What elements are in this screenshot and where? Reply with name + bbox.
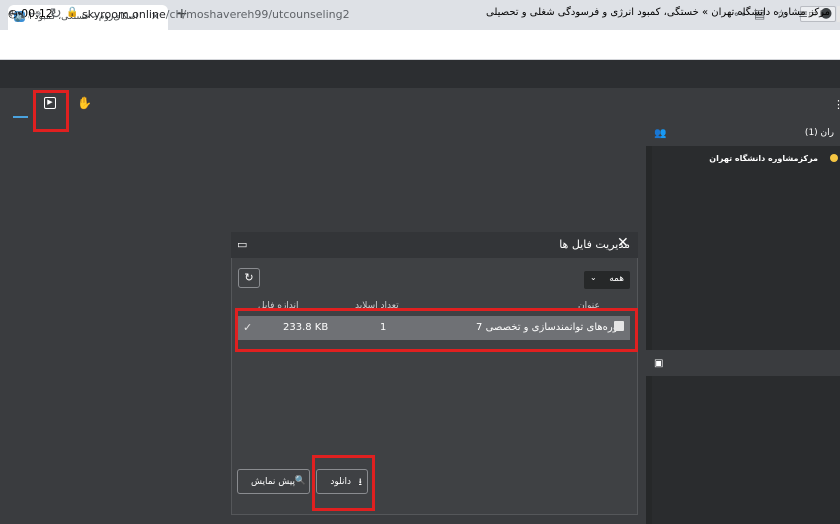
menu-icon[interactable]: ⋮ [833, 98, 840, 111]
chat-icon: ▣ [654, 358, 664, 369]
users-icon: 👥 [654, 128, 667, 139]
refresh-icon: ↻ [244, 271, 254, 284]
chat-panel-header [646, 356, 840, 376]
preview-label: پیش نمایش [251, 477, 295, 487]
room-title: مرکز مشاوره دانشگاه تهران » خستگی، کمبود… [485, 7, 830, 18]
app-header [0, 60, 840, 88]
highlight-presentation-button [33, 90, 69, 132]
user-list-item[interactable]: مرکزمشاوره دانشگاه تهران [709, 154, 818, 163]
user-status-icon [830, 154, 838, 162]
address-bar [0, 30, 840, 60]
chat-messages [652, 376, 840, 524]
folder-icon: ▭ [237, 238, 248, 251]
preview-button[interactable]: پیش نمایش 🔍 [237, 469, 310, 494]
speaker-active-indicator [13, 116, 28, 118]
users-count-label: ران (1) [804, 128, 834, 138]
url-host: skyroom.online [82, 8, 166, 21]
url-field[interactable]: skyroom.online/ch/moshavereh99/utcounsel… [82, 8, 350, 21]
chevron-down-icon: ⌄ [590, 273, 597, 282]
raise-hand-icon[interactable]: ✋ [77, 96, 92, 110]
speaker-icon[interactable]: 🔈 [14, 8, 29, 22]
lock-icon: 🔒 [66, 7, 79, 18]
search-icon: 🔍 [294, 476, 306, 486]
users-list [652, 146, 840, 350]
file-filter-select[interactable]: همه ⌄ [584, 271, 630, 289]
url-path: /ch/moshavereh99/utcounseling2 [165, 8, 350, 21]
highlight-file-row [235, 308, 638, 352]
refresh-button[interactable]: ↻ [238, 268, 260, 288]
close-icon[interactable]: ✕ [617, 235, 629, 251]
filter-selected-value: همه [609, 274, 624, 284]
highlight-download-button [312, 455, 375, 511]
